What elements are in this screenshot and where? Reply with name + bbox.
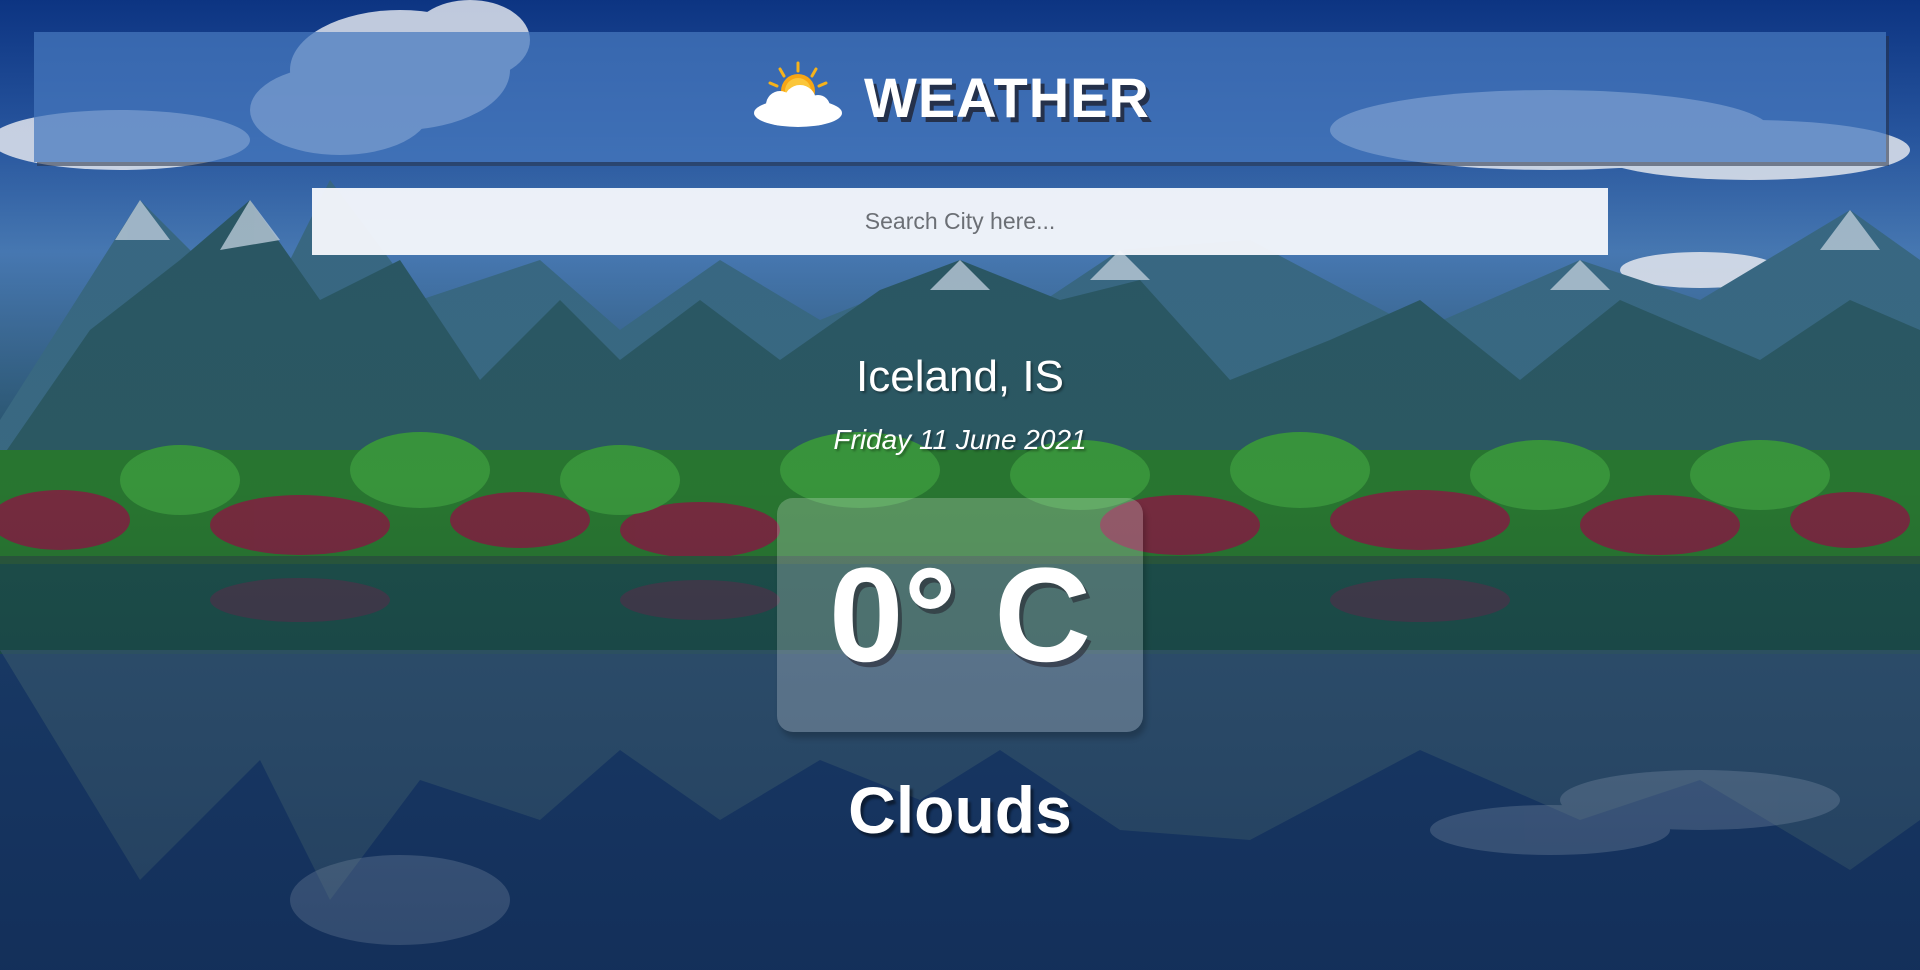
city-search-input[interactable] bbox=[312, 188, 1608, 255]
weather-condition: Clouds bbox=[848, 773, 1072, 847]
temperature-value: 0° C bbox=[828, 540, 1092, 690]
app-logo: WEATHER bbox=[750, 59, 1150, 135]
weather-app: WEATHER Iceland, IS Friday 11 June 2021 … bbox=[0, 0, 1920, 970]
app-title: WEATHER bbox=[864, 65, 1150, 129]
date-label: Friday 11 June 2021 bbox=[833, 424, 1087, 455]
temperature-card: 0° C bbox=[777, 498, 1143, 732]
app-header: WEATHER bbox=[34, 32, 1886, 162]
location-label: Iceland, IS bbox=[856, 352, 1064, 401]
sun-behind-cloud-icon bbox=[754, 61, 843, 127]
